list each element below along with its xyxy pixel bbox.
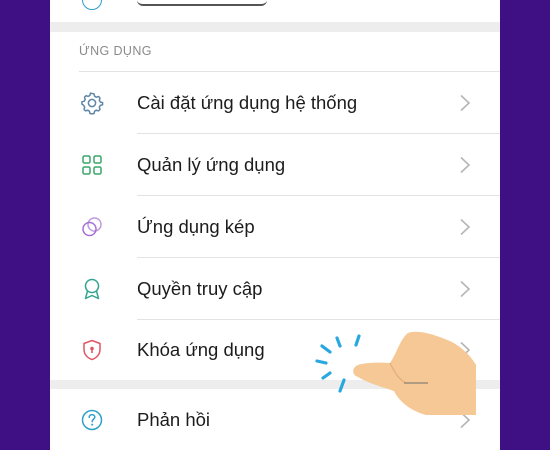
previous-row-label-fragment	[137, 0, 267, 6]
row-label: Ứng dụng kép	[137, 216, 255, 237]
app-grid-icon	[79, 152, 105, 178]
row-label: Quản lý ứng dụng	[137, 154, 286, 175]
shield-lock-icon	[79, 337, 105, 363]
tap-gesture-overlay	[286, 325, 486, 415]
chevron-right-icon	[459, 280, 471, 298]
row-system-app-settings[interactable]: Cài đặt ứng dụng hệ thống	[50, 72, 500, 134]
gear-icon	[79, 90, 105, 116]
row-label: Cài đặt ứng dụng hệ thống	[137, 92, 358, 113]
section-title: ỨNG DỤNG	[79, 44, 152, 58]
pointing-hand-icon	[353, 331, 476, 415]
chevron-right-icon	[459, 94, 471, 112]
row-app-management[interactable]: Quản lý ứng dụng	[50, 134, 500, 196]
row-permissions[interactable]: Quyền truy cập	[50, 258, 500, 320]
row-label: Khóa ứng dụng	[137, 339, 265, 360]
settings-screen: ỨNG DỤNG Cài đặt ứng dụng hệ thống Quản …	[50, 0, 500, 450]
badge-icon	[79, 276, 105, 302]
previous-row-partial[interactable]	[50, 0, 500, 22]
previous-row-icon	[82, 0, 102, 10]
row-label: Phản hồi	[137, 409, 211, 430]
dual-circle-icon	[79, 214, 105, 240]
chevron-right-icon	[459, 156, 471, 174]
help-circle-icon	[79, 407, 105, 433]
row-label: Quyền truy cập	[137, 278, 263, 299]
chevron-right-icon	[459, 218, 471, 236]
row-dual-apps[interactable]: Ứng dụng kép	[50, 196, 500, 258]
